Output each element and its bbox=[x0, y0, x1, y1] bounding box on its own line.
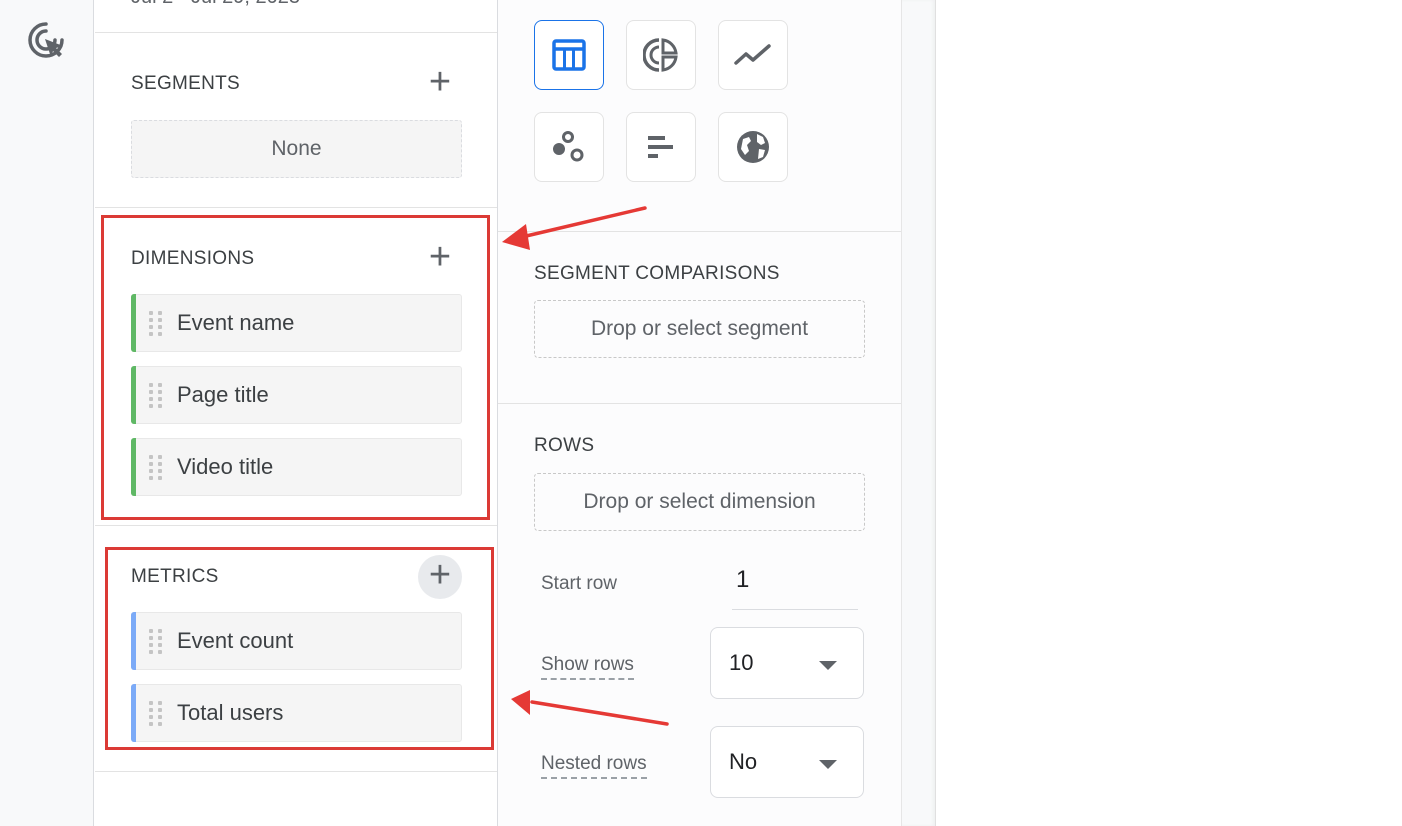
divider bbox=[95, 32, 497, 33]
show-rows-select[interactable]: 10 bbox=[710, 627, 864, 699]
tab-settings-panel: SEGMENT COMPARISONS Drop or select segme… bbox=[498, 0, 901, 826]
scatter-plot-icon bbox=[553, 131, 584, 162]
panel-gutter bbox=[901, 0, 936, 826]
globe-icon bbox=[737, 131, 769, 163]
nested-rows-label: Nested rows bbox=[541, 753, 647, 779]
metrics-highlight-box bbox=[105, 547, 494, 750]
nested-rows-value: No bbox=[729, 749, 758, 774]
show-rows-label: Show rows bbox=[541, 654, 634, 680]
divider bbox=[498, 231, 901, 232]
viz-bar-button[interactable] bbox=[626, 112, 696, 182]
dimensions-highlight-box bbox=[101, 215, 490, 520]
divider bbox=[95, 771, 497, 772]
segments-title: SEGMENTS bbox=[131, 73, 241, 94]
divider bbox=[95, 525, 497, 526]
viz-table-button[interactable] bbox=[534, 20, 604, 90]
viz-donut-button[interactable] bbox=[626, 20, 696, 90]
start-row-input[interactable]: 1 bbox=[732, 562, 858, 610]
bar-chart-icon bbox=[648, 136, 673, 158]
table-icon bbox=[552, 39, 586, 71]
plus-icon: + bbox=[428, 61, 452, 103]
show-rows-value: 10 bbox=[729, 650, 754, 675]
start-row-label: Start row bbox=[541, 573, 618, 594]
viz-geo-button[interactable] bbox=[718, 112, 788, 182]
viz-line-button[interactable] bbox=[718, 20, 788, 90]
add-segment-button[interactable]: + bbox=[418, 62, 462, 106]
rows-dimension-dropzone[interactable]: Drop or select dimension bbox=[534, 473, 865, 531]
nested-rows-select[interactable]: No bbox=[710, 726, 864, 798]
date-range[interactable]: Jul 2 - Jul 29, 2023 bbox=[131, 0, 300, 9]
left-rail bbox=[0, 0, 94, 826]
divider bbox=[498, 403, 901, 404]
dropdown-caret-icon bbox=[819, 760, 837, 769]
viz-scatter-button[interactable] bbox=[534, 112, 604, 182]
segment-comparisons-title: SEGMENT COMPARISONS bbox=[534, 263, 780, 284]
divider bbox=[95, 207, 497, 208]
donut-chart-icon bbox=[643, 38, 678, 72]
cursor-click-target-icon[interactable] bbox=[26, 20, 66, 60]
report-canvas bbox=[937, 0, 1402, 826]
dropdown-caret-icon bbox=[819, 661, 837, 670]
line-chart-icon bbox=[734, 44, 771, 65]
segment-comparison-dropzone[interactable]: Drop or select segment bbox=[534, 300, 865, 358]
segments-none: None bbox=[131, 120, 462, 178]
rows-title: ROWS bbox=[534, 435, 595, 456]
